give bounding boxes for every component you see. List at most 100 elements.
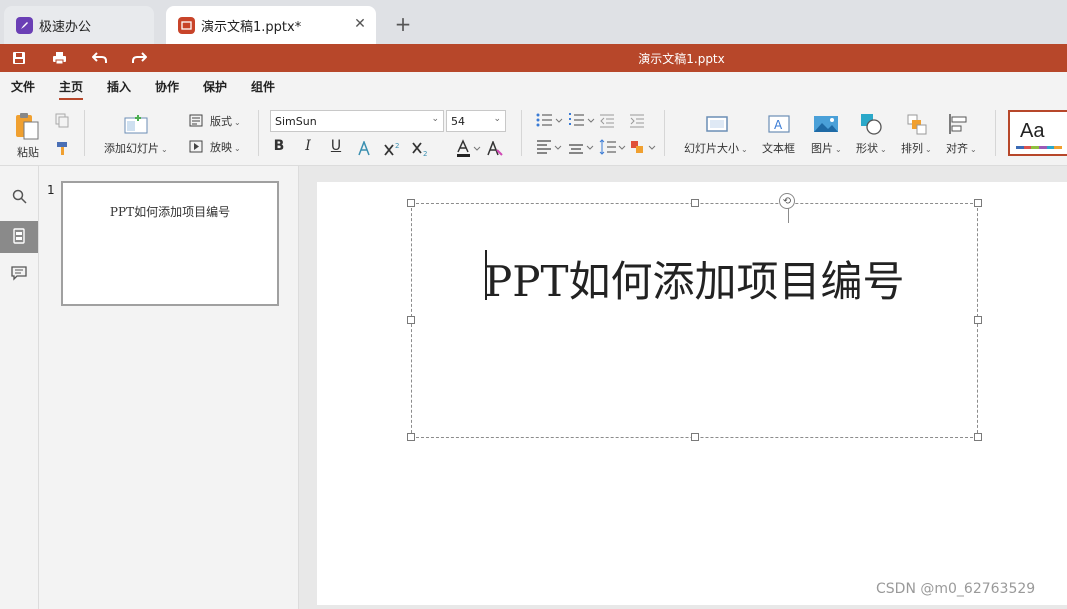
vertical-align-icon[interactable]	[567, 138, 597, 156]
resize-handle[interactable]	[974, 433, 982, 441]
superscript-icon[interactable]: 2	[384, 139, 402, 157]
strikethrough-icon[interactable]	[355, 139, 373, 157]
align-label: 对齐	[946, 142, 968, 155]
resize-handle[interactable]	[691, 433, 699, 441]
decrease-indent-icon[interactable]	[598, 111, 616, 129]
menu-protect[interactable]: 保护	[203, 78, 227, 95]
layout-button[interactable]: 版式 ⌄	[210, 113, 241, 129]
play-icon[interactable]	[188, 139, 204, 153]
comments-button[interactable]	[0, 259, 38, 291]
menu-components[interactable]: 组件	[251, 78, 275, 95]
align-objects-icon[interactable]	[947, 112, 971, 136]
menu-home[interactable]: 主页	[59, 78, 84, 100]
chevron-down-icon: ⌄	[431, 114, 439, 124]
resize-handle[interactable]	[691, 199, 699, 207]
chevron-down-icon: ⌄	[493, 114, 501, 124]
line-spacing-icon[interactable]	[598, 138, 628, 156]
comment-icon	[11, 266, 27, 284]
ribbon-toolbar: 粘贴 添加幻灯片 ⌄ 版式 ⌄ 放映 ⌄ SimSun ⌄ 54 ⌄ B I U…	[0, 102, 1067, 166]
textbox-icon[interactable]: A	[766, 112, 792, 136]
fill-color-icon[interactable]	[628, 138, 658, 156]
resize-handle[interactable]	[974, 316, 982, 324]
close-icon[interactable]: ✕	[352, 16, 368, 32]
slide-title-text[interactable]: PPT如何添加项目编号	[484, 248, 905, 309]
arrange-icon[interactable]	[905, 112, 929, 136]
copy-icon[interactable]	[54, 112, 70, 128]
increase-indent-icon[interactable]	[628, 111, 646, 129]
align-left-icon[interactable]	[535, 138, 565, 156]
slide-size-icon[interactable]	[704, 112, 730, 136]
presentation-icon	[178, 16, 195, 34]
left-rail	[0, 166, 39, 609]
theme-swatch	[1054, 146, 1063, 149]
resize-handle[interactable]	[407, 433, 415, 441]
chevron-down-icon: ⌄	[161, 145, 168, 154]
picture-button[interactable]: 图片 ⌄	[811, 140, 842, 156]
title-textbox[interactable]: ⟲ PPT如何添加项目编号	[407, 193, 982, 441]
menu-file[interactable]: 文件	[11, 78, 35, 95]
arrange-label: 排列	[901, 142, 923, 155]
svg-text:A: A	[774, 118, 783, 132]
tab-document[interactable]: 演示文稿1.pptx* ✕	[166, 6, 376, 44]
resize-handle[interactable]	[407, 316, 415, 324]
numbered-list-icon[interactable]	[567, 111, 597, 129]
text-cursor	[485, 250, 487, 300]
rotate-handle-icon[interactable]: ⟲	[779, 193, 795, 209]
picture-icon[interactable]	[812, 112, 840, 136]
underline-button[interactable]: U	[327, 138, 345, 156]
layout-label: 版式	[210, 115, 232, 128]
menu-collaborate[interactable]: 协作	[155, 78, 179, 95]
slides-icon	[12, 227, 26, 247]
app-window: 极速办公 演示文稿1.pptx* ✕ + 演示文稿1.pptx 文件 主页 插入	[0, 0, 1067, 609]
align-button[interactable]: 对齐 ⌄	[946, 140, 977, 156]
menu-bar: 文件 主页 插入 协作 保护 组件	[0, 72, 1067, 102]
tab-document-label: 演示文稿1.pptx*	[201, 19, 302, 35]
search-icon	[12, 189, 27, 207]
svg-text:2: 2	[395, 142, 399, 150]
format-painter-icon[interactable]	[54, 140, 70, 156]
theme-preview[interactable]: Aa	[1008, 110, 1067, 156]
clear-format-icon[interactable]	[486, 139, 504, 157]
arrange-button[interactable]: 排列 ⌄	[901, 140, 932, 156]
tab-home[interactable]: 极速办公	[4, 6, 154, 44]
slides-panel-button[interactable]	[0, 221, 38, 253]
separator	[258, 110, 259, 156]
rotation-line	[788, 208, 789, 223]
tab-home-label: 极速办公	[39, 19, 92, 35]
font-color-icon[interactable]	[455, 138, 481, 158]
slide-canvas: ⟲ PPT如何添加项目编号	[300, 166, 1067, 609]
font-size-select[interactable]: 54 ⌄	[446, 110, 506, 132]
subscript-icon[interactable]: 2	[412, 139, 430, 157]
slide[interactable]: ⟲ PPT如何添加项目编号	[317, 182, 1067, 605]
watermark: CSDN @m0_62763529	[876, 581, 1036, 597]
play-label: 放映	[210, 141, 232, 154]
resize-handle[interactable]	[407, 199, 415, 207]
separator	[84, 110, 85, 156]
slide-size-button[interactable]: 幻灯片大小 ⌄	[684, 140, 748, 156]
chevron-down-icon: ⌄	[880, 145, 887, 154]
layout-icon[interactable]	[188, 113, 204, 127]
shape-button[interactable]: 形状 ⌄	[856, 140, 887, 156]
font-size-value: 54	[451, 115, 465, 128]
font-family-select[interactable]: SimSun ⌄	[270, 110, 444, 132]
search-button[interactable]	[0, 182, 38, 214]
slide-thumbnail[interactable]: PPT如何添加项目编号	[61, 181, 279, 306]
italic-button[interactable]: I	[299, 138, 317, 156]
slide-thumbnail-panel: 1 PPT如何添加项目编号	[39, 166, 299, 609]
chevron-down-icon: ⌄	[835, 145, 842, 154]
menu-insert[interactable]: 插入	[107, 78, 131, 95]
play-button[interactable]: 放映 ⌄	[210, 139, 241, 155]
theme-swatch	[1039, 146, 1047, 149]
add-slide-icon[interactable]	[123, 113, 149, 135]
shape-icon[interactable]	[858, 111, 884, 137]
chevron-down-icon: ⌄	[234, 144, 241, 153]
paste-icon[interactable]	[13, 111, 41, 141]
theme-swatch	[1031, 146, 1040, 149]
textbox-label[interactable]: 文本框	[762, 140, 795, 156]
add-slide-button[interactable]: 添加幻灯片 ⌄	[104, 140, 168, 156]
bullet-list-icon[interactable]	[535, 111, 565, 129]
resize-handle[interactable]	[974, 199, 982, 207]
add-slide-label: 添加幻灯片	[104, 142, 159, 155]
bold-button[interactable]: B	[270, 138, 288, 156]
new-tab-button[interactable]: +	[392, 12, 414, 36]
